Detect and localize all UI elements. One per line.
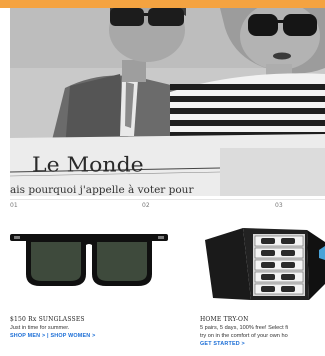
product-description-line-2: try on in the comfort of your own ho [200,333,288,339]
slide-number-3[interactable]: 03 [275,202,283,209]
link-arrow: > [41,333,46,339]
shop-men-link[interactable]: SHOP MEN [10,333,40,339]
newspaper-masthead: Le Monde [32,153,144,178]
get-started-link[interactable]: GET STARTED > [200,340,325,348]
hero-banner-image[interactable]: Le Monde ais pourquoi j'appelle à voter … [10,8,325,196]
try-on-box-icon [205,228,325,300]
newspaper-headline: ais pourquoi j'appelle à voter pour [10,184,194,196]
sunglasses-icon [10,234,168,286]
sunglasses-image[interactable] [10,228,168,298]
top-banner-strip [0,0,325,8]
slide-number-2[interactable]: 02 [142,202,150,209]
hero-divider [10,199,325,200]
sunglasses-caption: $150 Rx SUNGLASSES Just in time for summ… [10,316,180,340]
home-try-on-caption: HOME TRY-ON 5 pairs, 5 days, 100% free! … [200,316,325,348]
product-subtitle: Just in time for summer. [10,325,70,331]
product-title: HOME TRY-ON [200,316,249,323]
product-description-line-1: 5 pairs, 5 days, 100% free! Select fi [200,325,288,331]
slide-number-1[interactable]: 01 [10,202,18,209]
slide-indicators: 01 02 03 [0,202,325,212]
shop-women-link[interactable]: SHOP WOMEN [50,333,90,339]
home-try-on-box-image[interactable] [205,220,325,302]
link-separator: | [47,333,49,339]
link-arrow: > [92,333,96,339]
shop-links: SHOP MEN > | SHOP WOMEN > [10,332,180,340]
product-title: $150 Rx SUNGLASSES [10,316,85,323]
